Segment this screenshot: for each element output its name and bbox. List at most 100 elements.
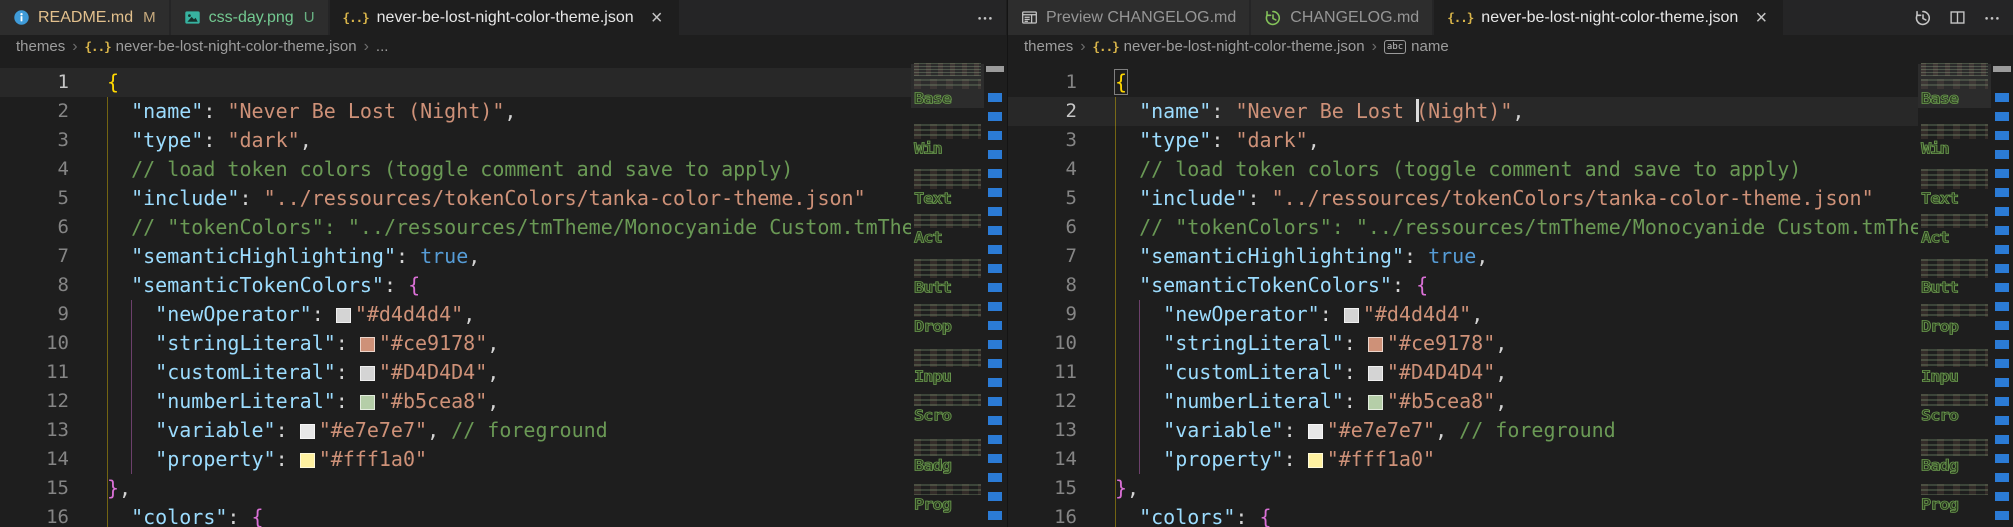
- history-icon: [1265, 10, 1281, 25]
- code-area[interactable]: 1{2 "name": "Never Be Lost (Night)", 3 "t…: [0, 58, 911, 527]
- breadcrumb-item-dots[interactable]: ...: [376, 38, 389, 55]
- tab-preview-changelog-md[interactable]: Preview CHANGELOG.md: [1008, 0, 1250, 35]
- code-line-15[interactable]: 15},: [0, 474, 911, 503]
- code-line-12[interactable]: 12 "numberLiteral": "#b5cea8",: [0, 387, 911, 416]
- code-line-10[interactable]: 10 "stringLiteral": "#ce9178",: [0, 329, 911, 358]
- tab-label: Preview CHANGELOG.md: [1046, 8, 1237, 26]
- code-line-7[interactable]: 7 "semanticHighlighting": true,: [0, 242, 911, 271]
- code-line-5[interactable]: 5 "include": "../ressources/tokenColors/…: [1008, 184, 1918, 213]
- breadcrumb-item-never-be-lost-night-color-theme-json[interactable]: {..} never-be-lost-night-color-theme.json: [1093, 38, 1365, 55]
- code-line-15[interactable]: 15},: [1008, 474, 1918, 503]
- code-line-12[interactable]: 12 "numberLiteral": "#b5cea8",: [1008, 387, 1918, 416]
- minimap[interactable]: Base Win Text Act Butt Drop Inpu Scro Badg Prog: [1918, 58, 1991, 527]
- close-icon[interactable]: ×: [648, 8, 666, 28]
- line-number: 9: [1065, 303, 1077, 325]
- code-line-16[interactable]: 16 "colors": {: [0, 503, 911, 527]
- code-token: true: [1428, 244, 1477, 268]
- code-line-2[interactable]: 2 "name": "Never Be Lost (Night)",: [0, 97, 911, 126]
- code-line-11[interactable]: 11 "customLiteral": "#D4D4D4",: [1008, 358, 1918, 387]
- code-line-6[interactable]: 6 // "tokenColors": "../ressources/tmThe…: [1008, 213, 1918, 242]
- code-token: ,: [1127, 476, 1140, 500]
- color-swatch[interactable]: [1307, 452, 1323, 468]
- color-swatch[interactable]: [299, 452, 315, 468]
- color-swatch[interactable]: [1367, 394, 1383, 410]
- code-token: ,: [119, 476, 132, 500]
- overview-ruler[interactable]: [1991, 58, 2013, 527]
- breadcrumb-item-themes[interactable]: themes: [16, 38, 65, 55]
- code-token: ,: [504, 99, 517, 123]
- code-line-16[interactable]: 16 "colors": {: [1008, 503, 1918, 527]
- line-number: 13: [46, 419, 69, 441]
- code-line-1[interactable]: 1{: [1008, 68, 1918, 97]
- minimap-section: Text: [911, 169, 984, 214]
- code-editor[interactable]: 1{2 "name": "Never Be Lost (Night)", 3 "t…: [0, 58, 1006, 527]
- minimap-section: Act: [911, 214, 984, 259]
- color-swatch[interactable]: [359, 394, 375, 410]
- color-swatch[interactable]: [359, 365, 375, 381]
- code-line-3[interactable]: 3 "type": "dark",: [0, 126, 911, 155]
- color-swatch[interactable]: [1343, 307, 1359, 323]
- scrollbar-slider[interactable]: [1993, 66, 2011, 72]
- color-swatch[interactable]: [1307, 423, 1323, 439]
- breadcrumb: themes › {..} never-be-lost-night-color-the…: [1008, 35, 2013, 58]
- code-line-14[interactable]: 14 "property": "#fff1a0": [1008, 445, 1918, 474]
- code-line-3[interactable]: 3 "type": "dark",: [1008, 126, 1918, 155]
- color-swatch[interactable]: [1367, 336, 1383, 352]
- code-line-5[interactable]: 5 "include": "../ressources/tokenColors/…: [0, 184, 911, 213]
- close-icon[interactable]: ×: [1752, 8, 1770, 28]
- code-line-9[interactable]: 9 "newOperator": "#d4d4d4",: [1008, 300, 1918, 329]
- code-token: "#fff1a0": [1326, 447, 1436, 471]
- tab-readme-md[interactable]: README.md M: [0, 0, 169, 35]
- breadcrumb-label: name: [1411, 38, 1449, 55]
- code-token: :: [1211, 99, 1236, 123]
- tab-changelog-md[interactable]: CHANGELOG.md: [1251, 0, 1433, 35]
- code-token: :: [1211, 128, 1236, 152]
- split-editor-button[interactable]: [1949, 9, 1966, 26]
- tab-never-be-lost-night-color-theme-json[interactable]: {..} never-be-lost-night-color-theme.json…: [329, 0, 679, 35]
- code-line-13[interactable]: 13 "variable": "#e7e7e7", // foreground: [0, 416, 911, 445]
- code-line-8[interactable]: 8 "semanticTokenColors": {: [1008, 271, 1918, 300]
- color-swatch[interactable]: [299, 423, 315, 439]
- symbol-string-icon: abc: [1383, 39, 1407, 54]
- more-actions-button[interactable]: [976, 9, 994, 27]
- overview-ruler[interactable]: [984, 58, 1006, 527]
- line-number: 3: [1065, 129, 1077, 151]
- color-swatch[interactable]: [359, 336, 375, 352]
- code-line-1[interactable]: 1{: [0, 68, 911, 97]
- code-line-4[interactable]: 4 // load token colors (toggle comment a…: [0, 155, 911, 184]
- code-line-2[interactable]: 2 "name": "Never Be Lost (Night)",: [1008, 97, 1918, 126]
- code-line-7[interactable]: 7 "semanticHighlighting": true,: [1008, 242, 1918, 271]
- color-swatch[interactable]: [1367, 365, 1383, 381]
- tab-never-be-lost-night-color-theme-json[interactable]: {..} never-be-lost-night-color-theme.json…: [1434, 0, 1784, 35]
- code-token: "property": [155, 447, 276, 471]
- code-line-10[interactable]: 10 "stringLiteral": "#ce9178",: [1008, 329, 1918, 358]
- code-line-13[interactable]: 13 "variable": "#e7e7e7", // foreground: [1008, 416, 1918, 445]
- line-number: 11: [1054, 361, 1077, 383]
- breadcrumb-item-name[interactable]: abc name: [1383, 38, 1449, 55]
- code-line-11[interactable]: 11 "customLiteral": "#D4D4D4",: [0, 358, 911, 387]
- breadcrumb-item-themes[interactable]: themes: [1024, 38, 1073, 55]
- scrollbar-slider[interactable]: [986, 66, 1004, 72]
- tab-css-day-png[interactable]: css-day.png U: [170, 0, 328, 35]
- line-number: 5: [57, 187, 69, 209]
- code-line-14[interactable]: 14 "property": "#fff1a0": [0, 445, 911, 474]
- code-token: :: [1343, 360, 1368, 384]
- code-line-4[interactable]: 4 // load token colors (toggle comment a…: [1008, 155, 1918, 184]
- code-area[interactable]: 1{2 "name": "Never Be Lost (Night)", 3 "t…: [1008, 58, 1918, 527]
- minimap-section: Drop: [911, 304, 984, 349]
- minimap-section: Scro: [911, 394, 984, 439]
- code-token: "stringLiteral": [1163, 331, 1344, 355]
- breadcrumb-item-never-be-lost-night-color-theme-json[interactable]: {..} never-be-lost-night-color-theme.json: [85, 38, 357, 55]
- code-line-6[interactable]: 6 // "tokenColors": "../ressources/tmThe…: [0, 213, 911, 242]
- more-actions-button[interactable]: [1983, 9, 2001, 27]
- code-line-9[interactable]: 9 "newOperator": "#d4d4d4",: [0, 300, 911, 329]
- color-swatch[interactable]: [335, 307, 351, 323]
- timeline-button[interactable]: [1914, 9, 1932, 27]
- minimap[interactable]: Base Win Text Act Butt Drop Inpu Scro Badg Prog: [911, 58, 984, 527]
- code-editor[interactable]: 1{2 "name": "Never Be Lost (Night)", 3 "t…: [1008, 58, 2013, 527]
- code-line-8[interactable]: 8 "semanticTokenColors": {: [0, 271, 911, 300]
